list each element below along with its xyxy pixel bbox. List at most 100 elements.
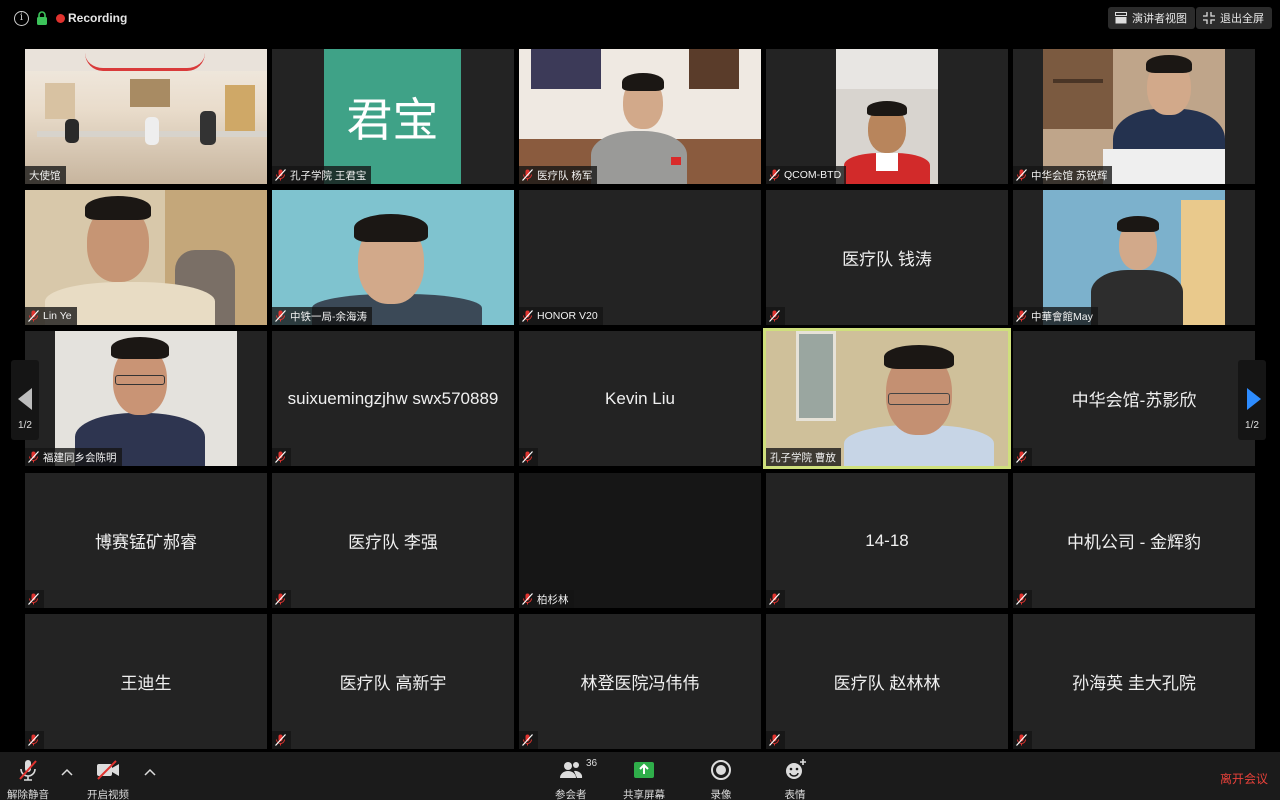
mic-muted-icon: [28, 310, 39, 322]
mic-muted-icon: [522, 310, 533, 322]
video-tile-lin-ye[interactable]: Lin Ye: [25, 190, 267, 325]
video-feed: [766, 331, 1008, 466]
audio-options-chevron-up-icon[interactable]: [61, 768, 73, 778]
mic-muted-icon: [769, 310, 780, 322]
video-tile-jin-huibao[interactable]: 中机公司 - 金辉豹: [1013, 473, 1255, 608]
participant-display-name: Kevin Liu: [605, 388, 675, 408]
previous-page-button[interactable]: 1/2: [11, 360, 39, 440]
video-tile-su-ruihui[interactable]: 中华会馆 苏锐辉: [1013, 49, 1255, 184]
next-page-button[interactable]: 1/2: [1238, 360, 1266, 440]
speaker-view-button[interactable]: 演讲者视图: [1108, 7, 1195, 29]
video-tile-may[interactable]: 中華會館May: [1013, 190, 1255, 325]
participant-name-label: [519, 448, 538, 466]
video-tile-wang-junbao[interactable]: 君宝 孔子学院 王君宝: [272, 49, 514, 184]
mic-muted-icon: [28, 593, 39, 605]
leave-meeting-button[interactable]: 离开会议: [1220, 770, 1268, 787]
participant-display-name: 医疗队 钱涛: [842, 250, 932, 269]
mic-muted-icon: [1016, 734, 1027, 746]
meeting-top-bar: i Recording 演讲者视图 退出全屏: [0, 0, 1280, 36]
participant-display-name: 孙海英 圭大孔院: [1072, 674, 1196, 693]
participant-name-label: 医疗队 杨军: [519, 166, 598, 184]
mic-muted-icon: [1016, 169, 1027, 181]
participant-display-name: 中华会馆-苏影欣: [1071, 391, 1197, 410]
video-tile-yang-jun[interactable]: 医疗队 杨军: [519, 49, 761, 184]
reactions-label: 表情: [784, 789, 806, 800]
participant-name: 中華會館May: [1031, 310, 1093, 323]
video-tile-bai-shanlin[interactable]: 柏杉林: [519, 473, 761, 608]
page-indicator: 1/2: [1245, 420, 1259, 431]
mic-muted-icon: [275, 734, 286, 746]
record-icon: [711, 760, 731, 780]
video-tile-sun-haiying[interactable]: 孙海英 圭大孔院: [1013, 614, 1255, 749]
info-icon[interactable]: i: [14, 11, 29, 26]
participant-name-label: 孔子学院 曹放: [766, 448, 841, 466]
video-tile-gao-xinyu[interactable]: 医疗队 高新宇: [272, 614, 514, 749]
video-tile-embassy[interactable]: 大使馆: [25, 49, 267, 184]
participant-name-label: [25, 590, 44, 608]
lock-icon[interactable]: [36, 11, 48, 26]
participant-name: QCOM-BTD: [784, 169, 842, 181]
participant-name-label: [272, 448, 291, 466]
participant-display-name: 医疗队 赵林林: [833, 674, 941, 693]
participant-name-label: 福建同乡会陈明: [25, 448, 122, 466]
participant-name-label: [1013, 731, 1032, 749]
mic-muted-icon: [522, 169, 533, 181]
video-tile-kevin-liu[interactable]: Kevin Liu: [519, 331, 761, 466]
video-feed: [55, 331, 237, 466]
record-label: 录像: [710, 789, 732, 800]
video-tile-zhao-linlin[interactable]: 医疗队 赵林林: [766, 614, 1008, 749]
video-tile-hao-rui[interactable]: 博赛锰矿郝睿: [25, 473, 267, 608]
participant-name-label: [272, 590, 291, 608]
video-tile-chen-ming[interactable]: 福建同乡会陈明: [25, 331, 267, 466]
video-feed: [25, 190, 267, 325]
participant-display-name: 医疗队 李强: [348, 533, 438, 552]
record-button[interactable]: 录像: [709, 758, 733, 800]
participant-name: HONOR V20: [537, 310, 598, 322]
video-tile-honor-v20[interactable]: HONOR V20: [519, 190, 761, 325]
participants-button[interactable]: 参会者: [555, 758, 587, 800]
video-tile-feng-weiwei[interactable]: 林登医院冯伟伟: [519, 614, 761, 749]
participant-name-label: 中铁一局-余海涛: [272, 307, 372, 325]
video-tile-li-qiang[interactable]: 医疗队 李强: [272, 473, 514, 608]
participant-display-name: 中机公司 - 金辉豹: [1066, 533, 1202, 552]
participant-display-name: 14-18: [865, 530, 909, 550]
video-tile-qcom-btd[interactable]: QCOM-BTD: [766, 49, 1008, 184]
participant-name: 中铁一局-余海涛: [290, 310, 367, 323]
participant-name-label: Lin Ye: [25, 307, 77, 325]
mic-muted-icon: [522, 451, 533, 463]
participant-name-label: 中華會館May: [1013, 307, 1098, 325]
participants-icon: [559, 762, 582, 778]
participant-name-label: 大使馆: [25, 166, 66, 184]
video-tile-yu-haitao[interactable]: 中铁一局-余海涛: [272, 190, 514, 325]
video-feed: [519, 49, 761, 184]
participant-name-label: 中华会馆 苏锐辉: [1013, 166, 1113, 184]
video-feed: [272, 190, 514, 325]
mic-muted-icon: [769, 734, 780, 746]
participant-name-label: [766, 731, 785, 749]
share-screen-button[interactable]: 共享屏幕: [623, 758, 665, 800]
mic-muted-icon: [275, 169, 286, 181]
video-options-chevron-up-icon[interactable]: [144, 768, 156, 778]
participant-name: 大使馆: [29, 169, 61, 182]
exit-fullscreen-button[interactable]: 退出全屏: [1196, 7, 1272, 29]
mic-muted-icon: [769, 169, 780, 181]
video-tile-qian-tao[interactable]: 医疗队 钱涛: [766, 190, 1008, 325]
emoji-icon: [786, 759, 806, 779]
speaker-view-icon: [1115, 12, 1127, 24]
video-tile-cao-fang-active-speaker[interactable]: 孔子学院 曹放: [763, 328, 1011, 469]
participant-name: 孔子学院 曹放: [770, 451, 836, 464]
video-tile-wang-disheng[interactable]: 王迪生: [25, 614, 267, 749]
arrow-left-icon: [18, 388, 32, 410]
start-video-button[interactable]: 开启视频: [87, 758, 129, 800]
video-tile-14-18[interactable]: 14-18: [766, 473, 1008, 608]
video-tile-suixueming[interactable]: suixuemingzjhw swx570889: [272, 331, 514, 466]
recording-dot-icon: [56, 14, 65, 23]
reactions-button[interactable]: 表情: [783, 758, 807, 800]
participant-name-label: [1013, 448, 1032, 466]
participant-name: 中华会馆 苏锐辉: [1031, 169, 1108, 182]
share-screen-icon: [634, 762, 654, 778]
unmute-button[interactable]: 解除静音: [7, 758, 49, 800]
mic-muted-icon: [275, 593, 286, 605]
video-tile-su-yingxin[interactable]: 中华会馆-苏影欣: [1013, 331, 1255, 466]
participant-name: Lin Ye: [43, 310, 72, 322]
